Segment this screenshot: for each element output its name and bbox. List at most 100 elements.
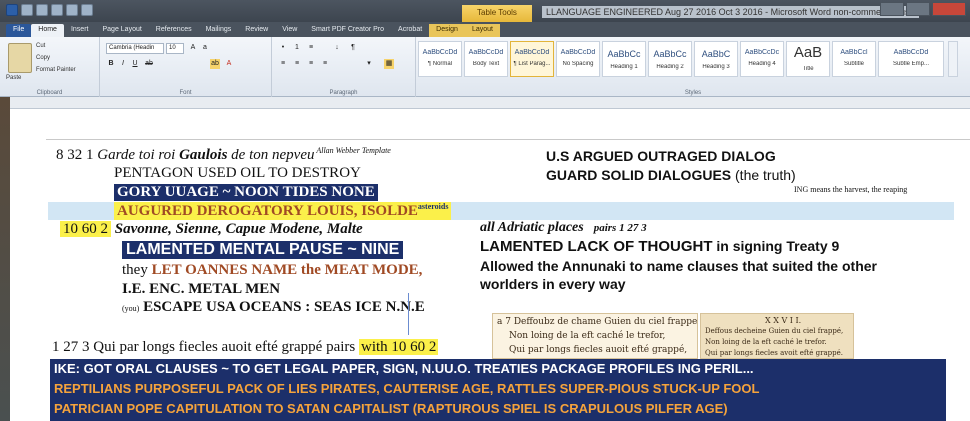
- close-button[interactable]: [932, 2, 966, 16]
- style-preview: AaBbCcDd: [422, 49, 458, 56]
- paste-icon[interactable]: [8, 43, 32, 73]
- banner-line-2: REPTILIANS PURPOSEFUL PACK OF LIES PIRAT…: [54, 381, 760, 396]
- tab-insert[interactable]: Insert: [64, 24, 96, 37]
- sort-icon[interactable]: ↓: [332, 43, 342, 53]
- right-line-6: Allowed the Annunaki to name clauses tha…: [480, 258, 877, 274]
- align-left-icon[interactable]: ≡: [278, 59, 288, 69]
- style-preview: AaBbCcDc: [744, 49, 780, 56]
- you-note: (you): [122, 304, 140, 313]
- style-heading-4[interactable]: AaBbCcDc Heading 4: [740, 41, 784, 77]
- doc-line-8: I.E. ENC. METAL MEN: [122, 281, 281, 297]
- numbering-icon[interactable]: 1: [292, 43, 302, 53]
- style-no-spacing[interactable]: AaBbCcDd No Spacing: [556, 41, 600, 77]
- italic-icon[interactable]: I: [118, 59, 128, 69]
- style-name: Body Text: [472, 61, 500, 67]
- font-size-select[interactable]: 10: [166, 43, 184, 54]
- font-family-select[interactable]: Cambria (Headin: [106, 43, 164, 54]
- tab-file[interactable]: File: [6, 24, 32, 37]
- paste-button[interactable]: Paste: [6, 75, 21, 81]
- style-list-paragraph[interactable]: AaBbCcDd ¶ List Parag...: [510, 41, 554, 77]
- undo-icon[interactable]: [36, 4, 48, 16]
- highlight-icon[interactable]: ab: [210, 59, 220, 69]
- style-preview: AaBbCcDd: [468, 49, 504, 56]
- copy-button[interactable]: Copy: [36, 55, 50, 61]
- clipboard-group: Paste Cut Copy Format Painter Clipboard: [0, 37, 100, 97]
- underline-icon[interactable]: U: [130, 59, 140, 69]
- style-heading-2[interactable]: AaBbCc Heading 2: [648, 41, 692, 77]
- align-center-icon[interactable]: ≡: [292, 59, 302, 69]
- quatrain-line: 1 27 3 Qui par longs fiecles auoit efté …: [52, 339, 439, 356]
- banner-line-1: IKE: GOT ORAL CLAUSES ~ TO GET LEGAL PAP…: [54, 361, 754, 376]
- banner-line-3: PATRICIAN POPE CAPITULATION TO SATAN CAP…: [54, 401, 728, 416]
- style-subtitle[interactable]: AaBbCcl Subtitle: [832, 41, 876, 77]
- tab-home[interactable]: Home: [31, 24, 64, 37]
- tab-references[interactable]: References: [149, 24, 199, 37]
- style-normal[interactable]: AaBbCcDd ¶ Normal: [418, 41, 462, 77]
- maximize-button[interactable]: [906, 2, 930, 16]
- save-icon[interactable]: [21, 4, 33, 16]
- doc-line-1: 8 32 1 Garde toi roi Gaulois de ton nepv…: [56, 146, 391, 164]
- ruler: [0, 97, 970, 109]
- tab-layout[interactable]: Layout: [464, 24, 500, 37]
- print-icon[interactable]: [66, 4, 78, 16]
- redo-icon[interactable]: [51, 4, 63, 16]
- styles-scroll-button[interactable]: [948, 41, 958, 77]
- grow-font-icon[interactable]: A: [188, 43, 198, 53]
- doc-line-2: PENTAGON USED OIL TO DESTROY: [114, 165, 361, 181]
- style-heading-3[interactable]: AaBbC Heading 3: [694, 41, 738, 77]
- format-painter-button[interactable]: Format Painter: [36, 67, 76, 73]
- shrink-font-icon[interactable]: a: [200, 43, 210, 53]
- customize-icon[interactable]: [81, 4, 93, 16]
- augured-text: AUGURED DEROGATORY LOUIS, ISOLDE: [117, 203, 418, 219]
- style-heading-1[interactable]: AaBbCc Heading 1: [602, 41, 646, 77]
- styles-group-label: Styles: [684, 90, 702, 96]
- minimize-button[interactable]: [880, 2, 904, 16]
- tab-page-layout[interactable]: Page Layout: [95, 24, 148, 37]
- style-name: Heading 3: [702, 64, 730, 70]
- style-title[interactable]: AaB Title: [786, 41, 830, 77]
- style-name: No Spacing: [562, 61, 594, 67]
- tab-review[interactable]: Review: [238, 24, 275, 37]
- numbers-highlight: 10 60 2: [60, 221, 111, 237]
- truth-text: (the truth): [731, 167, 796, 183]
- font-color-icon[interactable]: A: [224, 59, 234, 69]
- places-text: Savonne, Sienne, Capue Modene, Malte: [111, 221, 363, 237]
- align-right-icon[interactable]: ≡: [306, 59, 316, 69]
- doc-line-6: LAMENTED MENTAL PAUSE ~ NINE: [122, 241, 404, 259]
- old-print-quatrain-image: a 7 Deffoubz de chame Guien du ciel frap…: [492, 313, 698, 359]
- old-print-line: Non loing de la eft caché le trefor.: [705, 338, 827, 346]
- adriatic-text: all Adriatic places: [480, 220, 584, 235]
- style-name: Heading 2: [656, 64, 684, 70]
- escape-text: ESCAPE USA OCEANS : SEAS ICE N.N.E: [139, 299, 425, 315]
- show-marks-icon[interactable]: ¶: [348, 43, 358, 53]
- tab-design[interactable]: Design: [429, 24, 465, 37]
- document-page: 8 32 1 Garde toi roi Gaulois de ton nepv…: [10, 109, 970, 421]
- style-body-text[interactable]: AaBbCcDd Body Text: [464, 41, 508, 77]
- styles-group: AaBbCcDd ¶ Normal AaBbCcDd Body Text AaBbC…: [416, 37, 970, 97]
- cut-button[interactable]: Cut: [36, 43, 45, 49]
- multilevel-list-icon[interactable]: ≡: [306, 43, 316, 53]
- tab-smart-pdf[interactable]: Smart PDF Creator Pro: [304, 24, 391, 37]
- tab-view[interactable]: View: [275, 24, 304, 37]
- quatrain-text-end: de ton nepveu: [227, 147, 315, 163]
- word-icon[interactable]: [6, 4, 18, 16]
- bullets-icon[interactable]: •: [278, 43, 288, 53]
- tab-mailings[interactable]: Mailings: [199, 24, 239, 37]
- with-numbers-highlight: with 10 60 2: [359, 339, 439, 355]
- style-preview: AaBbCcDd: [560, 49, 596, 56]
- style-name: Heading 1: [610, 64, 638, 70]
- ribbon: Paste Cut Copy Format Painter Clipboard …: [0, 37, 970, 97]
- old-print-line: Qui par longs fiecles avoit efté grappé.: [705, 349, 843, 357]
- bold-icon[interactable]: B: [106, 59, 116, 69]
- style-preview: AaB: [793, 44, 823, 61]
- style-subtle-emphasis[interactable]: AaBbCcDd Subtle Emp...: [878, 41, 944, 77]
- shading-icon[interactable]: ▾: [364, 59, 374, 69]
- tab-acrobat[interactable]: Acrobat: [391, 24, 429, 37]
- strikethrough-icon[interactable]: ab: [144, 59, 154, 69]
- style-preview: AaBbCc: [607, 49, 641, 59]
- style-name: Heading 4: [748, 61, 776, 67]
- style-name: Subtle Emp...: [892, 61, 930, 67]
- justify-icon[interactable]: ≡: [320, 59, 330, 69]
- borders-icon[interactable]: ▦: [384, 59, 394, 69]
- they-word: they: [122, 262, 152, 278]
